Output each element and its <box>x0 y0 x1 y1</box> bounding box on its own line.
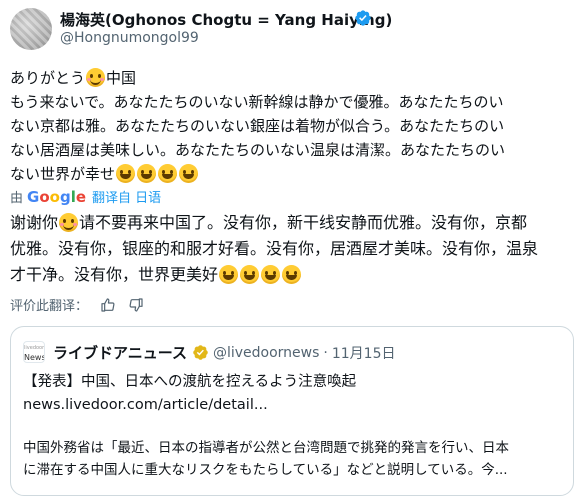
smiling-face-emoji-icon <box>59 213 79 232</box>
original-post-text: ありがとう 中国 もう来ないで。あなたたちのいない新幹線は静かで優雅。あなたたちの… <box>10 66 570 186</box>
translation-attribution: 由 Google 翻译自 日语 <box>10 187 161 207</box>
grinning-face-emoji-icon <box>240 265 260 284</box>
author-display-name[interactable]: 楊海英(Oghonos Chogtu = Yang Haiying) <box>60 9 392 30</box>
grinning-face-emoji-icon <box>261 265 281 284</box>
quoted-post-header: ライブドアニュース @livedoornews · 11月15日 <box>53 342 395 363</box>
rate-translation-row: 评价此翻译： <box>10 295 144 314</box>
translated-post-text: 谢谢你 请不要再来中国了。没有你，新干线安静而优雅。没有你，京都 优雅。没有你，银… <box>10 210 575 288</box>
quoted-post-card[interactable]: livedoor News ライブドアニュース @livedoornews · … <box>10 326 574 496</box>
meta-separator: · <box>323 344 328 361</box>
grinning-face-emoji-icon <box>137 164 157 183</box>
translated-line-2: 优雅。没有你，银座的和服才好看。没有你，居酒屋才美味。没有你，温泉 <box>10 239 539 258</box>
thumbs-down-icon[interactable] <box>128 297 144 313</box>
original-line-1: ありがとう 中国 <box>10 68 137 87</box>
author-handle[interactable]: @Hongnumongol99 <box>60 30 199 46</box>
thumbs-up-icon[interactable] <box>100 297 116 313</box>
quoted-link[interactable]: news.livedoor.com/article/detail... <box>23 394 568 417</box>
rate-translation-label: 评价此翻译： <box>10 299 89 314</box>
gold-verified-badge-icon <box>193 345 208 360</box>
quoted-author-name[interactable]: ライブドアニュース <box>53 342 187 363</box>
grinning-face-emoji-icon <box>219 265 239 284</box>
grinning-face-emoji-icon <box>116 164 136 183</box>
smiling-face-emoji-icon <box>86 68 106 87</box>
original-line-2: もう来ないで。あなたたちのいない新幹線は静かで優雅。あなたたちのい <box>10 93 504 111</box>
quoted-post-date[interactable]: 11月15日 <box>332 343 396 363</box>
translated-by-label: 由 <box>10 191 24 206</box>
quoted-headline: 【発表】中国、日本への渡航を控えるよう注意喚起 <box>23 374 357 390</box>
quoted-post-body: 【発表】中国、日本への渡航を控えるよう注意喚起 news.livedoor.co… <box>23 371 568 481</box>
translated-from-link[interactable]: 翻译自 日语 <box>92 187 161 206</box>
grinning-face-emoji-icon <box>158 164 178 183</box>
grinning-face-emoji-icon <box>282 265 302 284</box>
author-avatar[interactable] <box>10 8 52 50</box>
quoted-author-handle[interactable]: @livedoornews <box>213 345 319 361</box>
original-line-4: ない居酒屋は美味しい。あなたたちのいない温泉は清潔。あなたたちのい <box>10 141 506 159</box>
verified-badge-icon <box>355 10 371 26</box>
quoted-author-avatar[interactable]: livedoor News <box>23 341 45 363</box>
original-line-3: ない京都は雅。あなたたちのいない銀座は着物が似合う。あなたたちのい <box>10 117 505 135</box>
translated-line-1: 谢谢你 请不要再来中国了。没有你，新干线安静而优雅。没有你，京都 <box>10 213 528 232</box>
original-line-5: ない世界が幸せ <box>10 162 570 186</box>
google-logo: Google <box>27 187 87 206</box>
quoted-body-line-1: 中国外務省は「最近、日本の指導者が公然と台湾問題で挑発的発言を行い、日本 <box>23 440 509 456</box>
translated-line-3: 才干净。没有你，世界更美好 <box>10 262 575 288</box>
grinning-face-emoji-icon <box>179 164 199 183</box>
